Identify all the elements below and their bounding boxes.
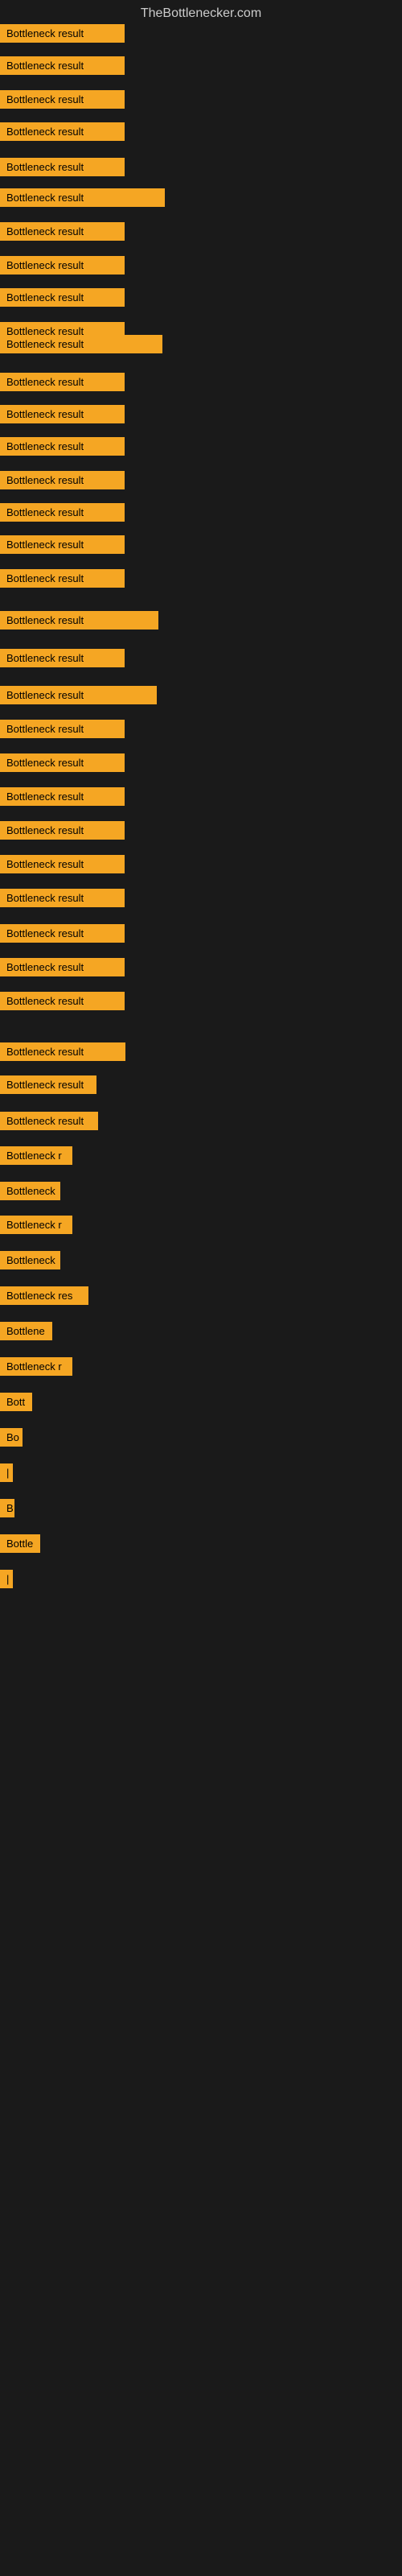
- bottleneck-result-item[interactable]: Bottleneck r: [0, 1216, 72, 1234]
- bottleneck-result-item[interactable]: Bottleneck result: [0, 158, 125, 176]
- bottleneck-result-item[interactable]: Bottleneck res: [0, 1286, 88, 1305]
- bottleneck-result-item[interactable]: Bottleneck result: [0, 256, 125, 275]
- bottleneck-result-item[interactable]: Bottleneck result: [0, 686, 157, 704]
- bottleneck-result-item[interactable]: Bottleneck result: [0, 855, 125, 873]
- bottleneck-result-item[interactable]: Bottleneck result: [0, 924, 125, 943]
- bottleneck-result-item[interactable]: Bott: [0, 1393, 32, 1411]
- bottleneck-result-item[interactable]: Bottleneck result: [0, 1042, 125, 1061]
- bottleneck-result-item[interactable]: Bottleneck result: [0, 649, 125, 667]
- bottleneck-result-item[interactable]: Bottleneck result: [0, 222, 125, 241]
- bottleneck-result-item[interactable]: Bottleneck result: [0, 569, 125, 588]
- bottleneck-result-item[interactable]: Bottleneck result: [0, 720, 125, 738]
- bottleneck-result-item[interactable]: Bottleneck result: [0, 56, 125, 75]
- bottleneck-result-item[interactable]: Bottleneck result: [0, 992, 125, 1010]
- bottleneck-result-item[interactable]: Bottleneck result: [0, 753, 125, 772]
- bottleneck-result-item[interactable]: B: [0, 1499, 14, 1517]
- bottleneck-result-item[interactable]: Bottleneck result: [0, 471, 125, 489]
- bottleneck-result-item[interactable]: Bottleneck result: [0, 122, 125, 141]
- bottleneck-result-item[interactable]: Bottleneck: [0, 1182, 60, 1200]
- bottleneck-result-item[interactable]: Bottleneck result: [0, 405, 125, 423]
- bottleneck-result-item[interactable]: Bottleneck result: [0, 437, 125, 456]
- bottleneck-result-item[interactable]: Bottleneck result: [0, 535, 125, 554]
- site-title: TheBottlenecker.com: [0, 0, 402, 24]
- bottleneck-result-item[interactable]: Bottleneck result: [0, 288, 125, 307]
- bottleneck-result-item[interactable]: Bottleneck: [0, 1251, 60, 1269]
- bottleneck-result-item[interactable]: Bottleneck result: [0, 1112, 98, 1130]
- bottleneck-result-item[interactable]: Bottleneck result: [0, 503, 125, 522]
- bottleneck-result-item[interactable]: Bottleneck r: [0, 1357, 72, 1376]
- bottleneck-result-item[interactable]: Bottleneck r: [0, 1146, 72, 1165]
- bottleneck-result-item[interactable]: Bottleneck result: [0, 188, 165, 207]
- bottleneck-result-item[interactable]: Bottleneck result: [0, 611, 158, 630]
- bottleneck-result-item[interactable]: |: [0, 1463, 13, 1482]
- bottleneck-result-item[interactable]: Bo: [0, 1428, 23, 1447]
- bottleneck-result-item[interactable]: Bottleneck result: [0, 1075, 96, 1094]
- bottleneck-result-item[interactable]: Bottleneck result: [0, 889, 125, 907]
- bottleneck-result-item[interactable]: Bottleneck result: [0, 335, 162, 353]
- bottleneck-result-item[interactable]: Bottle: [0, 1534, 40, 1553]
- bottleneck-result-item[interactable]: Bottleneck result: [0, 787, 125, 806]
- bottleneck-result-item[interactable]: |: [0, 1570, 13, 1588]
- bottleneck-result-item[interactable]: Bottleneck result: [0, 90, 125, 109]
- bottleneck-result-item[interactable]: Bottleneck result: [0, 373, 125, 391]
- bottleneck-result-item[interactable]: Bottleneck result: [0, 24, 125, 43]
- bottleneck-result-item[interactable]: Bottleneck result: [0, 958, 125, 976]
- bottleneck-result-item[interactable]: Bottleneck result: [0, 821, 125, 840]
- bottleneck-result-item[interactable]: Bottlene: [0, 1322, 52, 1340]
